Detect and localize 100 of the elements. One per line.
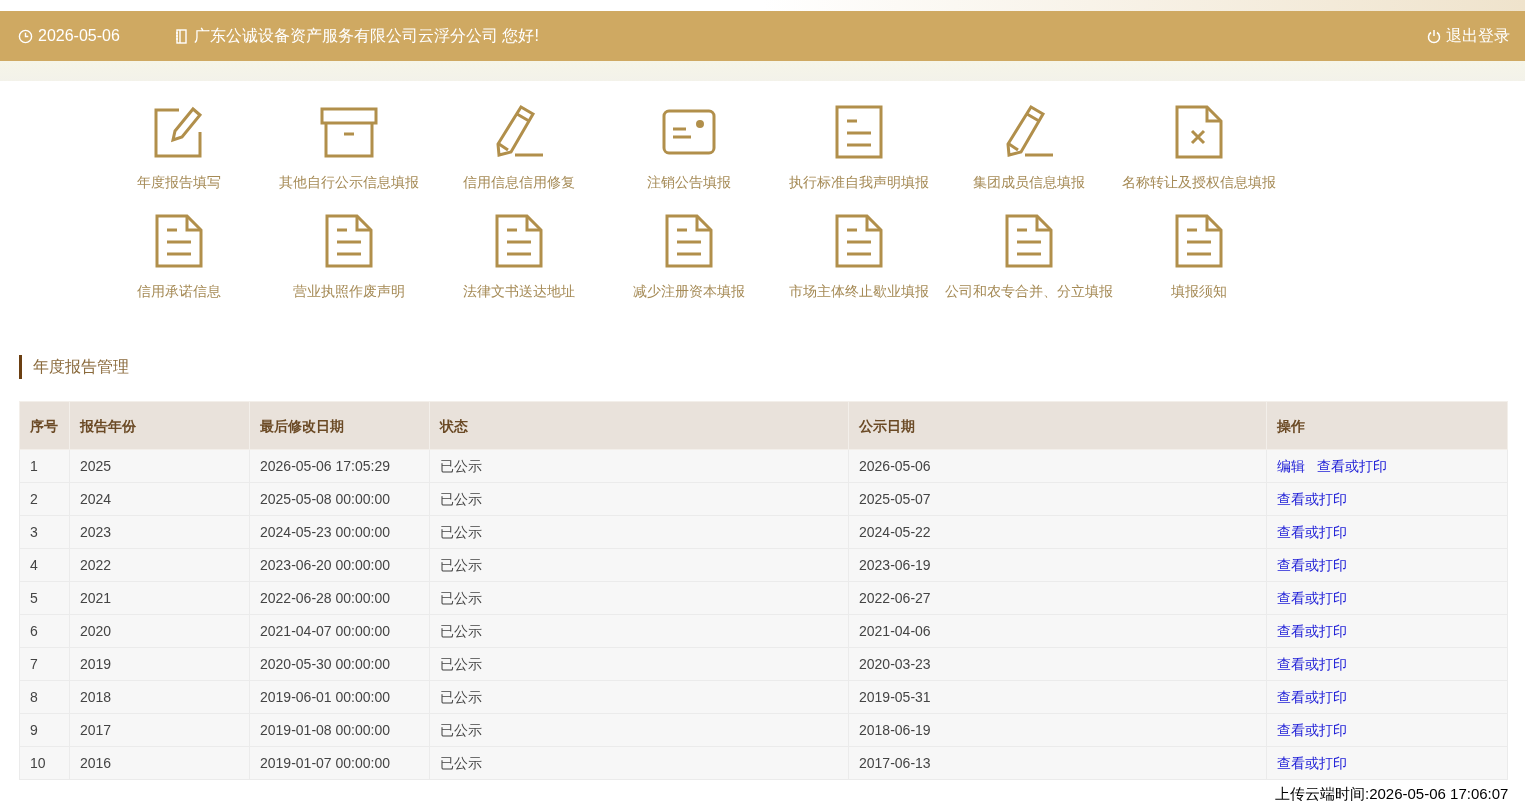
date-text: 2026-05-06: [38, 26, 120, 46]
table-cell: 已公示: [429, 746, 849, 780]
table-cell: 2020-03-23: [848, 647, 1267, 681]
table-cell: 2020-05-30 00:00:00: [249, 647, 430, 681]
table-cell: 2020: [69, 614, 250, 648]
edit-icon: [153, 106, 205, 158]
action-link[interactable]: 查看或打印: [1317, 459, 1387, 473]
table-cell: 2023-06-19: [848, 548, 1267, 582]
document-icon: [665, 214, 713, 268]
column-header: 序号: [19, 401, 70, 450]
column-header: 报告年份: [69, 401, 250, 450]
table-cell: 2022: [69, 548, 250, 582]
document-icon: [495, 214, 543, 268]
table-cell: 2021-04-07 00:00:00: [249, 614, 430, 648]
column-header: 公示日期: [848, 401, 1267, 450]
shortcut-item[interactable]: 信用承诺信息: [94, 212, 264, 299]
table-cell: 2018: [69, 680, 250, 714]
table-cell: 2023-06-20 00:00:00: [249, 548, 430, 582]
action-link[interactable]: 查看或打印: [1277, 657, 1347, 671]
table-cell: 3: [19, 515, 70, 549]
table-cell: 已公示: [429, 614, 849, 648]
table-cell: 2026-05-06: [848, 449, 1267, 483]
shortcut-item[interactable]: 公司和农专合并、分立填报: [944, 212, 1114, 299]
table-cell: 已公示: [429, 581, 849, 615]
table-cell: 已公示: [429, 713, 849, 747]
power-icon: [1427, 28, 1441, 44]
table-cell: 9: [19, 713, 70, 747]
shortcut-item[interactable]: 年度报告填写: [94, 103, 264, 190]
shortcut-item[interactable]: 法律文书送达地址: [434, 212, 604, 299]
table-cell: 2022-06-28 00:00:00: [249, 581, 430, 615]
table-cell: 10: [19, 746, 70, 780]
table-cell: 已公示: [429, 449, 849, 483]
table-cell: 2019-06-01 00:00:00: [249, 680, 430, 714]
section-title: 年度报告管理: [33, 359, 129, 375]
shortcut-item[interactable]: 执行标准自我声明填报: [774, 103, 944, 190]
table-cell: 2021: [69, 581, 250, 615]
table-cell: 2025-05-07: [848, 482, 1267, 516]
table-cell: 2019-05-31: [848, 680, 1267, 714]
table-cell: 7: [19, 647, 70, 681]
column-header: 操作: [1266, 401, 1508, 450]
document-icon: [1005, 214, 1053, 268]
action-link[interactable]: 查看或打印: [1277, 591, 1347, 605]
card-icon: [662, 109, 716, 155]
table-cell: 2024-05-22: [848, 515, 1267, 549]
action-link[interactable]: 查看或打印: [1277, 756, 1347, 770]
table-cell: 2019-01-07 00:00:00: [249, 746, 430, 780]
archive-box-icon: [320, 106, 378, 158]
table-cell: 2024: [69, 482, 250, 516]
document-icon: [835, 105, 883, 159]
shortcut-item[interactable]: 名称转让及授权信息填报: [1114, 103, 1284, 190]
table-cell: 已公示: [429, 647, 849, 681]
action-link[interactable]: 查看或打印: [1277, 723, 1347, 737]
table-cell: 2021-04-06: [848, 614, 1267, 648]
column-header: 状态: [429, 401, 849, 450]
table-cell: 2022-06-27: [848, 581, 1267, 615]
table-cell: 已公示: [429, 548, 849, 582]
greeting-text: 广东公诚设备资产服务有限公司云浮分公司 您好!: [194, 26, 539, 46]
column-header: 最后修改日期: [249, 401, 430, 450]
table-cell: 6: [19, 614, 70, 648]
table-cell: 2016: [69, 746, 250, 780]
action-link[interactable]: 编辑: [1277, 459, 1305, 473]
shortcut-item[interactable]: 信用信息信用修复: [434, 103, 604, 190]
shortcut-item[interactable]: 减少注册资本填报: [604, 212, 774, 299]
table-cell: 2018-06-19: [848, 713, 1267, 747]
document-icon: [1175, 214, 1223, 268]
document-icon: [325, 214, 373, 268]
shortcut-item[interactable]: 注销公告填报: [604, 103, 774, 190]
table-cell: 1: [19, 449, 70, 483]
document-icon: [835, 214, 883, 268]
table-cell: 已公示: [429, 482, 849, 516]
table-cell: 2019-01-08 00:00:00: [249, 713, 430, 747]
action-link[interactable]: 查看或打印: [1277, 690, 1347, 704]
notebook-icon: [175, 28, 188, 44]
shortcut-item[interactable]: 其他自行公示信息填报: [264, 103, 434, 190]
action-link[interactable]: 查看或打印: [1277, 525, 1347, 539]
action-link[interactable]: 查看或打印: [1277, 492, 1347, 506]
logout-link[interactable]: 退出登录: [1427, 24, 1510, 48]
table-cell: 2023: [69, 515, 250, 549]
table-cell: 5: [19, 581, 70, 615]
table-cell: 8: [19, 680, 70, 714]
table-cell: 2024-05-23 00:00:00: [249, 515, 430, 549]
table-cell: 2017-06-13: [848, 746, 1267, 780]
table-cell: 2019: [69, 647, 250, 681]
table-cell: 2025-05-08 00:00:00: [249, 482, 430, 516]
table-cell: 已公示: [429, 515, 849, 549]
shortcut-item[interactable]: 集团成员信息填报: [944, 103, 1114, 190]
table-cell: 已公示: [429, 680, 849, 714]
clock-icon: [18, 28, 33, 44]
shortcut-item[interactable]: 市场主体终止歇业填报: [774, 212, 944, 299]
shortcut-item[interactable]: 填报须知: [1114, 212, 1284, 299]
shortcut-item[interactable]: 营业执照作废声明: [264, 212, 434, 299]
table-cell: 4: [19, 548, 70, 582]
action-link[interactable]: 查看或打印: [1277, 558, 1347, 572]
document-icon: [155, 214, 203, 268]
document-cross-icon: [1175, 105, 1223, 159]
table-cell: 2025: [69, 449, 250, 483]
upload-time-text: 上传云端时间:2026-05-06 17:06:07: [1275, 786, 1509, 801]
table-cell: 2: [19, 482, 70, 516]
table-cell: 2017: [69, 713, 250, 747]
action-link[interactable]: 查看或打印: [1277, 624, 1347, 638]
